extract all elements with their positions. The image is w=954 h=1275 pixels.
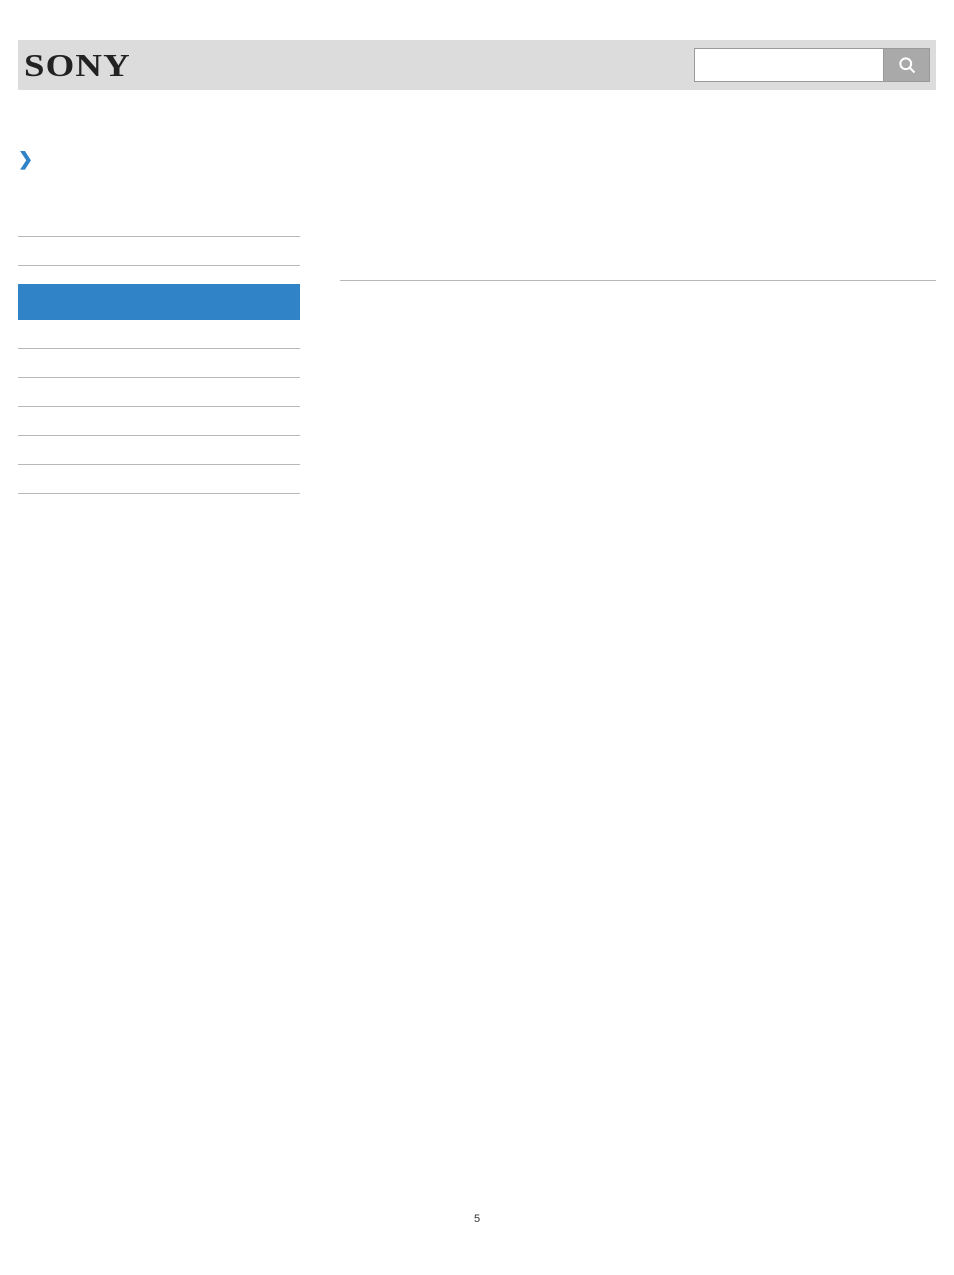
sidebar-item-3[interactable]	[18, 320, 300, 349]
content-divider	[340, 280, 936, 281]
search-group	[694, 48, 930, 82]
sidebar-item-5[interactable]	[18, 378, 300, 407]
search-input[interactable]	[694, 48, 884, 82]
sidebar-item-8[interactable]	[18, 465, 300, 494]
sidebar-item-4[interactable]	[18, 349, 300, 378]
sidebar-item-0[interactable]	[18, 208, 300, 237]
main-content	[340, 150, 936, 281]
search-icon	[897, 55, 917, 75]
sidebar-item-1[interactable]	[18, 237, 300, 266]
breadcrumb[interactable]: ❯	[18, 150, 300, 168]
sidebar-nav	[18, 208, 300, 494]
top-bar: SONY	[18, 40, 936, 90]
brand-logo: SONY	[24, 47, 131, 84]
search-button[interactable]	[884, 48, 930, 82]
chevron-right-icon: ❯	[18, 150, 33, 168]
sidebar-item-2-active[interactable]	[18, 284, 300, 320]
sidebar: ❯	[18, 150, 300, 494]
sidebar-item-7[interactable]	[18, 436, 300, 465]
page-number: 5	[474, 1213, 480, 1225]
sidebar-item-6[interactable]	[18, 407, 300, 436]
